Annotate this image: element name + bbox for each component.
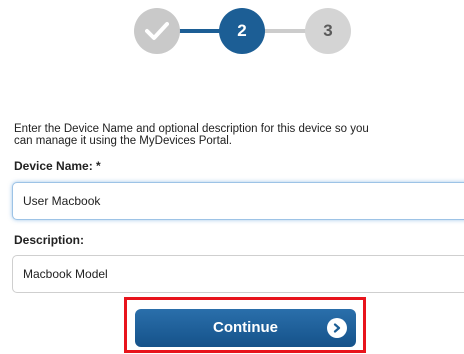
instructions-text: Enter the Device Name and optional descr… <box>14 123 464 147</box>
device-name-input[interactable]: User Macbook <box>12 182 464 220</box>
device-name-label: Device Name: * <box>14 159 101 173</box>
step-2-number: 2 <box>237 21 247 40</box>
step-2-current: 2 <box>219 8 265 54</box>
continue-button[interactable]: Continue <box>135 309 356 347</box>
device-setup-page: 2 3 Enter the Device Name and optional d… <box>0 0 464 354</box>
stepper-connector-completed <box>178 29 221 33</box>
progress-stepper: 2 3 <box>134 8 354 56</box>
instructions-line-1: Enter the Device Name and optional descr… <box>14 123 369 135</box>
description-input[interactable]: Macbook Model <box>12 255 464 293</box>
step-3-upcoming: 3 <box>305 8 351 54</box>
step-1-complete <box>134 8 180 54</box>
continue-button-label: Continue <box>213 319 278 336</box>
stepper-connector-upcoming <box>263 29 307 33</box>
description-label: Description: <box>14 233 85 247</box>
device-name-value: User Macbook <box>23 194 101 208</box>
chevron-right-icon <box>327 318 347 338</box>
instructions-line-2: can manage it using the MyDevices Portal… <box>14 135 232 147</box>
description-value: Macbook Model <box>23 267 108 281</box>
step-3-number: 3 <box>323 21 333 40</box>
check-icon <box>145 21 169 41</box>
